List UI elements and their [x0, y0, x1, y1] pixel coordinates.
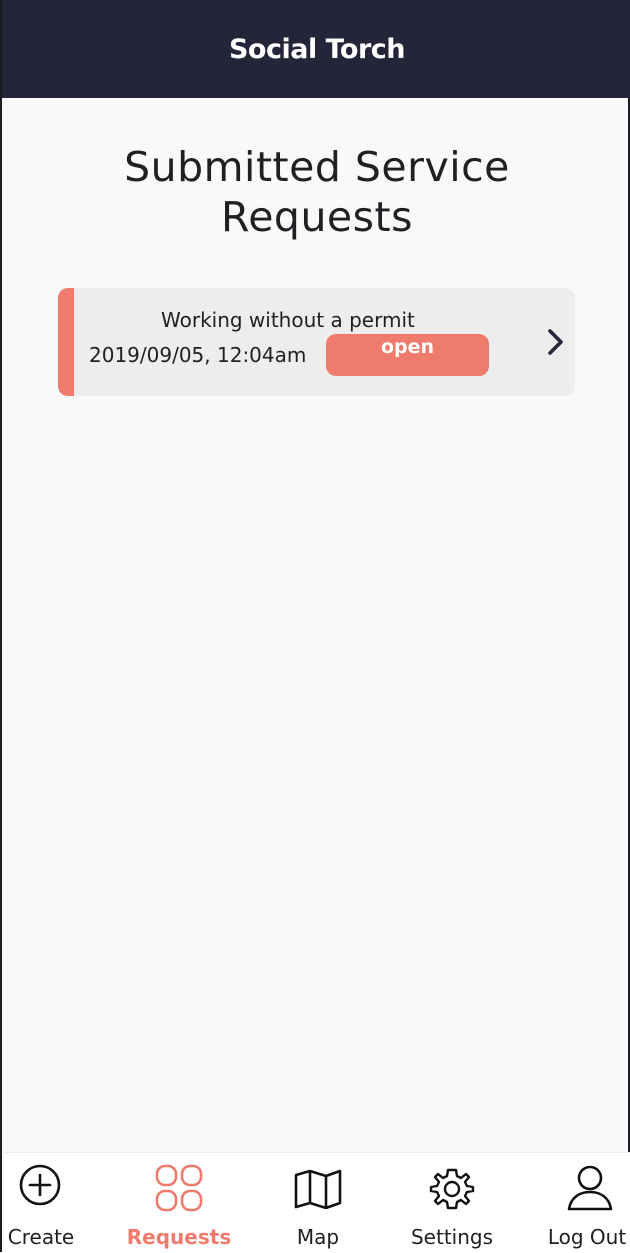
tab-settings[interactable]: Settings — [404, 1153, 500, 1253]
tab-label-map: Map — [296, 1225, 340, 1249]
request-datetime: 2019/09/05, 12:04am — [89, 343, 307, 367]
app-frame: Social Torch Submitted Service Requests … — [0, 0, 630, 1253]
tab-label-create: Create — [7, 1225, 75, 1249]
tab-label-settings: Settings — [410, 1225, 494, 1249]
gear-icon — [429, 1168, 475, 1210]
status-accent-bar — [58, 288, 74, 396]
request-card[interactable]: Working without a permit 2019/09/05, 12:… — [58, 288, 575, 396]
page-title: Submitted Service Requests — [124, 143, 510, 241]
tab-map[interactable]: Map — [272, 1153, 364, 1253]
tab-create[interactable]: Create — [4, 1153, 78, 1253]
grid-icon — [155, 1164, 203, 1212]
app-title: Social Torch — [228, 33, 406, 65]
map-icon — [294, 1169, 342, 1209]
tab-log-out[interactable]: Log Out — [544, 1153, 630, 1253]
plus-circle-icon — [19, 1164, 61, 1206]
tab-label-requests: Requests — [126, 1225, 232, 1249]
request-title: Working without a permit — [161, 308, 415, 332]
app-header: Social Torch — [2, 0, 630, 98]
status-badge: open — [326, 334, 489, 376]
user-icon — [567, 1165, 613, 1211]
bottom-tab-bar: Create Requests Map Settings Log Out — [4, 1152, 630, 1253]
chevron-right-icon[interactable] — [546, 328, 566, 356]
tab-label-log-out: Log Out — [547, 1225, 627, 1249]
tab-requests[interactable]: Requests — [122, 1153, 236, 1253]
